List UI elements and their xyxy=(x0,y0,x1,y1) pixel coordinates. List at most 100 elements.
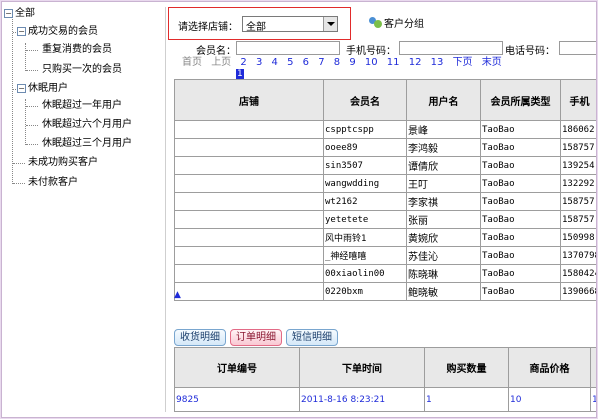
page-link[interactable]: 10 xyxy=(365,57,378,68)
tree-node-dormant-3m[interactable]: 休眠超过三个月用户 xyxy=(42,137,132,151)
table-row[interactable]: _神经嘻嘻 苏佳沁 TaoBao 1370798 xyxy=(174,246,596,265)
collapse-icon[interactable]: − xyxy=(4,8,13,18)
tree-node-dormant-1y[interactable]: 休眠超过一年用户 xyxy=(42,99,122,113)
last-page-link[interactable]: 末页 xyxy=(482,57,502,68)
scroll-marker: ▲ xyxy=(174,290,181,300)
table-row[interactable]: wt2162 李家祺 TaoBao 158757 xyxy=(174,192,596,211)
member-name-label: 会员名： xyxy=(196,46,236,57)
current-page[interactable]: 1 xyxy=(236,68,244,79)
mobile-cell: 1390668 xyxy=(560,282,596,301)
page-link[interactable]: 6 xyxy=(303,57,309,68)
col-username-header[interactable]: 用户名 xyxy=(406,79,481,121)
shop-cell xyxy=(174,174,324,193)
order-no-cell: 9825 xyxy=(174,387,300,412)
quantity-cell: 1 xyxy=(424,387,509,412)
table-row[interactable]: cspptcspp 景峰 TaoBao 186062 xyxy=(174,120,596,139)
page-link[interactable]: 4 xyxy=(272,57,278,68)
username-cell: 谭倩欣 xyxy=(406,156,481,175)
member-name-cell: 00xiaolin00 xyxy=(323,264,407,283)
tree-guide-line xyxy=(26,50,38,51)
page-link[interactable]: 7 xyxy=(318,57,324,68)
tree-node-all[interactable]: − 全部 xyxy=(4,7,35,21)
page-link[interactable]: 2 xyxy=(240,57,246,68)
tree-guide-line xyxy=(26,144,38,145)
mobile-input[interactable] xyxy=(399,41,503,55)
username-cell: 陈晓琳 xyxy=(406,264,481,283)
member-type-cell: TaoBao xyxy=(480,264,561,283)
member-type-cell: TaoBao xyxy=(480,192,561,211)
member-name-cell: cspptcspp xyxy=(323,120,407,139)
page-link[interactable]: 11 xyxy=(387,57,400,68)
collapse-icon[interactable]: − xyxy=(17,83,26,93)
member-type-cell: TaoBao xyxy=(480,138,561,157)
shop-cell xyxy=(174,210,324,229)
username-cell: 王叮 xyxy=(406,174,481,193)
member-name-cell: 0220bxm xyxy=(323,282,407,301)
tree-node-dormant-6m[interactable]: 休眠超过六个月用户 xyxy=(42,118,132,132)
tab-order-detail[interactable]: 订单明细 xyxy=(230,329,282,346)
mobile-cell: 1370798 xyxy=(560,246,596,265)
tree-node-unpaid-customers[interactable]: 未付款客户 xyxy=(28,176,78,190)
chevron-down-icon[interactable] xyxy=(323,17,337,31)
tree-node-unsuccessful-buyers[interactable]: 未成功购买客户 xyxy=(28,156,98,170)
table-row[interactable]: sin3507 谭倩欣 TaoBao 139254 xyxy=(174,156,596,175)
table-row[interactable]: wangwdding 王叮 TaoBao 132292 xyxy=(174,174,596,193)
member-type-cell: TaoBao xyxy=(480,210,561,229)
shop-select[interactable]: 全部 xyxy=(242,16,338,33)
shop-filter-box: 请选择店铺： 全部 xyxy=(168,7,351,40)
member-type-cell: TaoBao xyxy=(480,120,561,139)
table-row[interactable]: yetetete 张丽 TaoBao 158757 xyxy=(174,210,596,229)
next-page-link[interactable]: 下页 xyxy=(453,57,473,68)
page-link[interactable]: 12 xyxy=(409,57,422,68)
pagination: 首页 上页 2 3 4 5 6 7 8 9 10 11 12 13 下页 末页 xyxy=(182,57,508,69)
col-quantity-header[interactable]: 购买数量 xyxy=(424,347,509,388)
page-link[interactable]: 3 xyxy=(256,57,262,68)
page-link[interactable]: 8 xyxy=(334,57,340,68)
order-table-header: 订单编号 下单时间 购买数量 商品价格 xyxy=(174,347,596,388)
tree-node-single-buyers[interactable]: 只购买一次的会员 xyxy=(42,63,122,77)
tree-guide-line xyxy=(13,163,25,164)
member-name-cell: ooee89 xyxy=(323,138,407,157)
telephone-input[interactable] xyxy=(559,41,596,55)
member-type-cell: TaoBao xyxy=(480,156,561,175)
prev-page-link[interactable]: 上页 xyxy=(211,57,231,68)
table-row[interactable]: 0220bxm 鲍晓敏 TaoBao 1390668 xyxy=(174,282,596,301)
table-row[interactable]: 98252011-8-16 8:23:2111010 xyxy=(174,387,596,412)
page-link[interactable]: 9 xyxy=(349,57,355,68)
col-type-header[interactable]: 会员所属类型 xyxy=(480,79,561,121)
shop-cell xyxy=(174,138,324,157)
table-row[interactable]: ooee89 李鸿毅 TaoBao 158757 xyxy=(174,138,596,157)
collapse-icon[interactable]: − xyxy=(17,26,26,36)
price-cell: 10 xyxy=(508,387,591,412)
shop-select-value: 全部 xyxy=(246,22,266,33)
table-row[interactable]: 00xiaolin00 陈晓琳 TaoBao 1580424 xyxy=(174,264,596,283)
member-name-cell: wangwdding xyxy=(323,174,407,193)
mobile-cell: 132292 xyxy=(560,174,596,193)
tree-guide-line xyxy=(25,43,26,71)
tree-guide-line xyxy=(12,19,13,184)
shop-cell xyxy=(174,192,324,211)
tab-sms-detail[interactable]: 短信明细 xyxy=(286,329,338,346)
member-name-cell: wt2162 xyxy=(323,192,407,211)
tree-node-dormant-users[interactable]: − 休眠用户 xyxy=(17,82,68,96)
shop-cell xyxy=(174,246,324,265)
member-name-input[interactable] xyxy=(236,41,340,55)
search-bar: 会员名： 手机号码： 电话号码： xyxy=(168,41,596,57)
page-link[interactable]: 5 xyxy=(287,57,293,68)
tree-node-repeat-buyers[interactable]: 重复消费的会员 xyxy=(42,43,112,57)
col-price-header[interactable]: 商品价格 xyxy=(508,347,591,388)
col-shop-header[interactable]: 店铺 xyxy=(174,79,324,121)
table-row[interactable]: 风中雨铃1 黄婉欣 TaoBao 150998 xyxy=(174,228,596,247)
col-member-header[interactable]: 会员名 xyxy=(323,79,407,121)
customer-group-button[interactable]: 客户分组 xyxy=(369,15,424,30)
col-order-no-header[interactable]: 订单编号 xyxy=(174,347,300,388)
page-link[interactable]: 13 xyxy=(431,57,444,68)
col-mobile-header[interactable]: 手机 xyxy=(560,79,596,121)
tab-receipt-detail[interactable]: 收货明细 xyxy=(174,329,226,346)
tree-guide-line xyxy=(13,183,25,184)
tree-node-successful-members[interactable]: − 成功交易的会员 xyxy=(17,25,98,39)
first-page-link[interactable]: 首页 xyxy=(182,57,202,68)
username-cell: 鲍晓敏 xyxy=(406,282,481,301)
member-table-header: 店铺 会员名 用户名 会员所属类型 手机 xyxy=(174,79,596,121)
col-order-time-header[interactable]: 下单时间 xyxy=(299,347,425,388)
